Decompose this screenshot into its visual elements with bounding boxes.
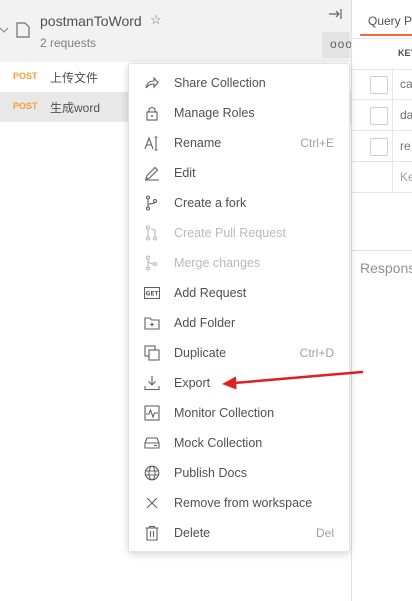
menu-item-manage-roles[interactable]: Manage Roles [129, 98, 349, 128]
request-method-badge: POST [13, 101, 38, 111]
get-request-icon: GET [144, 285, 160, 301]
collection-context-menu: Share Collection Manage Roles Rename Ctr… [128, 63, 350, 552]
merge-icon [144, 255, 160, 271]
fork-icon [144, 195, 160, 211]
param-key-cell[interactable]: ca [400, 77, 412, 91]
menu-item-label: Edit [174, 166, 196, 180]
trash-icon [144, 525, 160, 541]
duplicate-icon [144, 345, 160, 361]
menu-item-rename[interactable]: Rename Ctrl+E [129, 128, 349, 158]
monitor-icon [144, 405, 160, 421]
collection-request-count: 2 requests [40, 36, 97, 50]
menu-item-duplicate[interactable]: Duplicate Ctrl+D [129, 338, 349, 368]
star-icon[interactable]: ☆ [150, 12, 162, 28]
param-checkbox[interactable] [370, 107, 388, 125]
menu-item-label: Create a fork [174, 196, 247, 210]
menu-item-label: Rename [174, 136, 222, 150]
request-method-badge: POST [13, 71, 38, 81]
menu-item-merge-changes[interactable]: Merge changes [129, 248, 349, 278]
close-icon [144, 495, 160, 511]
menu-item-monitor-collection[interactable]: Monitor Collection [129, 398, 349, 428]
more-dots-label: ooo [330, 37, 354, 51]
collection-folder-icon [16, 22, 30, 38]
request-name: 生成word [50, 101, 101, 115]
menu-item-create-pull-request[interactable]: Create Pull Request [129, 218, 349, 248]
menu-item-label: Share Collection [174, 76, 266, 90]
share-icon [144, 75, 160, 91]
menu-item-label: Remove from workspace [174, 496, 313, 510]
add-folder-icon [144, 315, 160, 331]
collection-more-button[interactable]: ooo [322, 32, 354, 58]
menu-item-label: Delete [174, 526, 211, 540]
lock-icon [144, 105, 160, 121]
menu-item-delete[interactable]: Delete Del [129, 518, 349, 548]
menu-item-label: Manage Roles [174, 106, 255, 120]
chevron-down-icon[interactable] [0, 24, 10, 34]
tab-query-params[interactable]: Query Pa [368, 14, 412, 28]
menu-item-add-request[interactable]: GET Add Request [129, 278, 349, 308]
param-checkbox[interactable] [370, 76, 388, 94]
menu-item-label: Export [174, 376, 211, 390]
param-checkbox[interactable] [370, 138, 388, 156]
server-icon [144, 435, 160, 451]
menu-item-label: Merge changes [174, 256, 261, 270]
menu-item-shortcut: Ctrl+D [299, 346, 334, 360]
get-badge-text: GET [145, 291, 159, 298]
menu-item-remove-from-workspace[interactable]: Remove from workspace [129, 488, 349, 518]
menu-item-publish-docs[interactable]: Publish Docs [129, 458, 349, 488]
download-icon [144, 375, 160, 391]
response-divider[interactable] [352, 250, 412, 251]
active-tab-indicator [360, 34, 412, 36]
collection-header[interactable]: postmanToWord ☆ 2 requests ooo [0, 0, 352, 62]
pull-request-icon [144, 225, 160, 241]
menu-item-label: Add Request [174, 286, 247, 300]
menu-item-create-fork[interactable]: Create a fork [129, 188, 349, 218]
menu-item-label: Add Folder [174, 316, 236, 330]
menu-item-share-collection[interactable]: Share Collection [129, 68, 349, 98]
collapse-sidebar-icon[interactable] [328, 7, 342, 24]
param-key-input[interactable]: Ke [400, 170, 412, 184]
param-key-cell[interactable]: da [400, 108, 412, 122]
annotation-arrow [220, 368, 365, 397]
menu-item-label: Duplicate [174, 346, 227, 360]
request-name: 上传文件 [50, 71, 99, 85]
menu-item-label: Create Pull Request [174, 226, 286, 240]
params-key-header: KEY [398, 48, 412, 58]
param-key-cell[interactable]: re [400, 139, 411, 153]
menu-item-shortcut: Del [315, 526, 334, 540]
menu-item-label: Monitor Collection [174, 406, 275, 420]
menu-item-mock-collection[interactable]: Mock Collection [129, 428, 349, 458]
collection-name[interactable]: postmanToWord [40, 13, 142, 29]
menu-item-edit[interactable]: Edit [129, 158, 349, 188]
pencil-icon [144, 165, 160, 181]
globe-icon [144, 465, 160, 481]
menu-item-label: Mock Collection [174, 436, 263, 450]
menu-item-shortcut: Ctrl+E [300, 136, 334, 150]
rename-icon [144, 135, 160, 151]
response-title: Respons [360, 260, 412, 276]
menu-item-add-folder[interactable]: Add Folder [129, 308, 349, 338]
menu-item-label: Publish Docs [174, 466, 247, 480]
